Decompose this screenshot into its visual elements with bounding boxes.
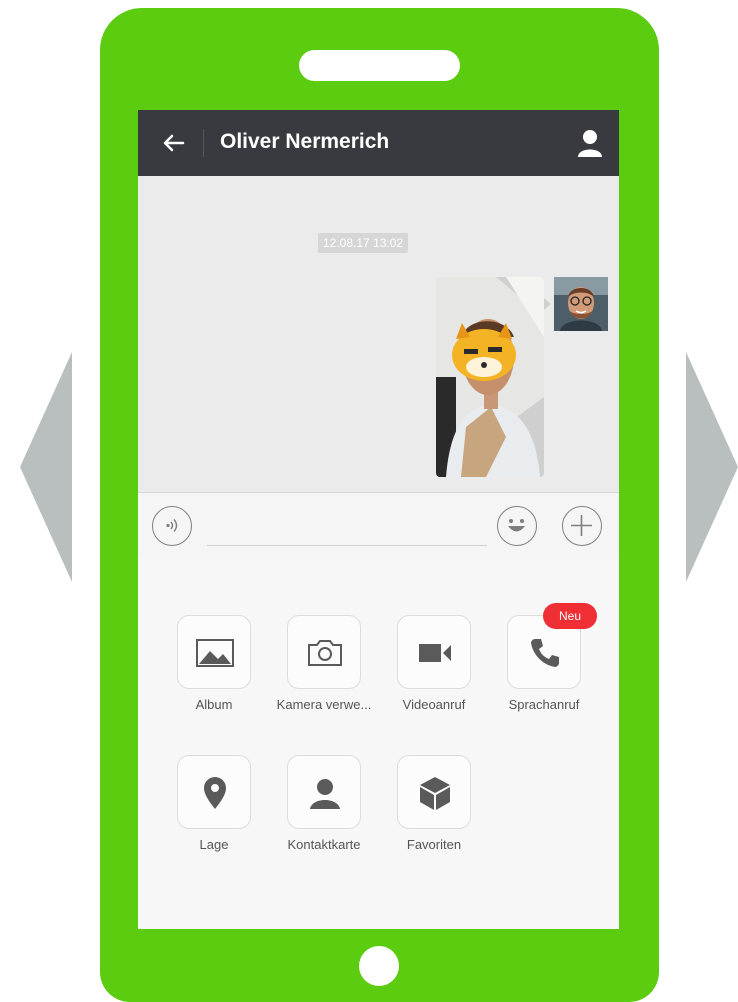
album-button[interactable] xyxy=(177,615,251,689)
contact-card-icon xyxy=(310,779,340,809)
contact-card-button[interactable] xyxy=(287,755,361,829)
favorites-label: Favoriten xyxy=(406,837,462,852)
message-input[interactable] xyxy=(207,545,487,546)
next-arrow[interactable] xyxy=(686,352,738,582)
phone-icon xyxy=(531,639,559,667)
voice-button[interactable] xyxy=(152,506,192,546)
new-badge: Neu xyxy=(543,603,597,629)
input-bar xyxy=(138,492,619,560)
phone-speaker xyxy=(299,50,460,81)
plus-icon xyxy=(571,515,592,536)
phone-screen: Oliver Nermerich 12.08.17 13:02 Album Ka… xyxy=(138,110,619,929)
location-icon xyxy=(204,777,226,809)
message-area[interactable]: 12.08.17 13:02 xyxy=(138,176,619,492)
avatar[interactable] xyxy=(554,277,608,331)
previous-arrow[interactable] xyxy=(20,352,72,582)
video-call-button[interactable] xyxy=(397,615,471,689)
camera-icon xyxy=(308,640,342,666)
chat-header: Oliver Nermerich xyxy=(138,110,619,176)
emoji-button[interactable] xyxy=(497,506,537,546)
location-label: Lage xyxy=(199,837,229,852)
home-button[interactable] xyxy=(359,946,399,986)
video-call-label: Videoanruf xyxy=(402,697,466,712)
video-icon xyxy=(419,644,451,662)
album-label: Album xyxy=(195,697,233,712)
person-icon[interactable] xyxy=(576,128,604,158)
message-photo[interactable] xyxy=(436,277,544,477)
back-arrow-icon[interactable] xyxy=(158,128,188,158)
image-icon xyxy=(196,639,234,667)
header-divider xyxy=(203,129,204,157)
camera-button[interactable] xyxy=(287,615,361,689)
chat-title: Oliver Nermerich xyxy=(220,130,390,153)
location-button[interactable] xyxy=(177,755,251,829)
attachment-panel: Album Kamera verwe... Videoanruf Neu Spr… xyxy=(138,559,619,929)
emoji-icon xyxy=(508,519,525,532)
camera-label: Kamera verwe... xyxy=(276,697,372,712)
message-timestamp: 12.08.17 13:02 xyxy=(318,233,409,253)
voice-call-label: Sprachanruf xyxy=(508,697,580,712)
bubble-tail xyxy=(544,298,551,310)
voice-icon xyxy=(166,519,178,532)
phone-frame: Oliver Nermerich 12.08.17 13:02 Album Ka… xyxy=(100,8,659,1002)
contact-card-label: Kontaktkarte xyxy=(287,837,361,852)
favorites-button[interactable] xyxy=(397,755,471,829)
add-button[interactable] xyxy=(562,506,602,546)
cube-icon xyxy=(420,777,450,810)
